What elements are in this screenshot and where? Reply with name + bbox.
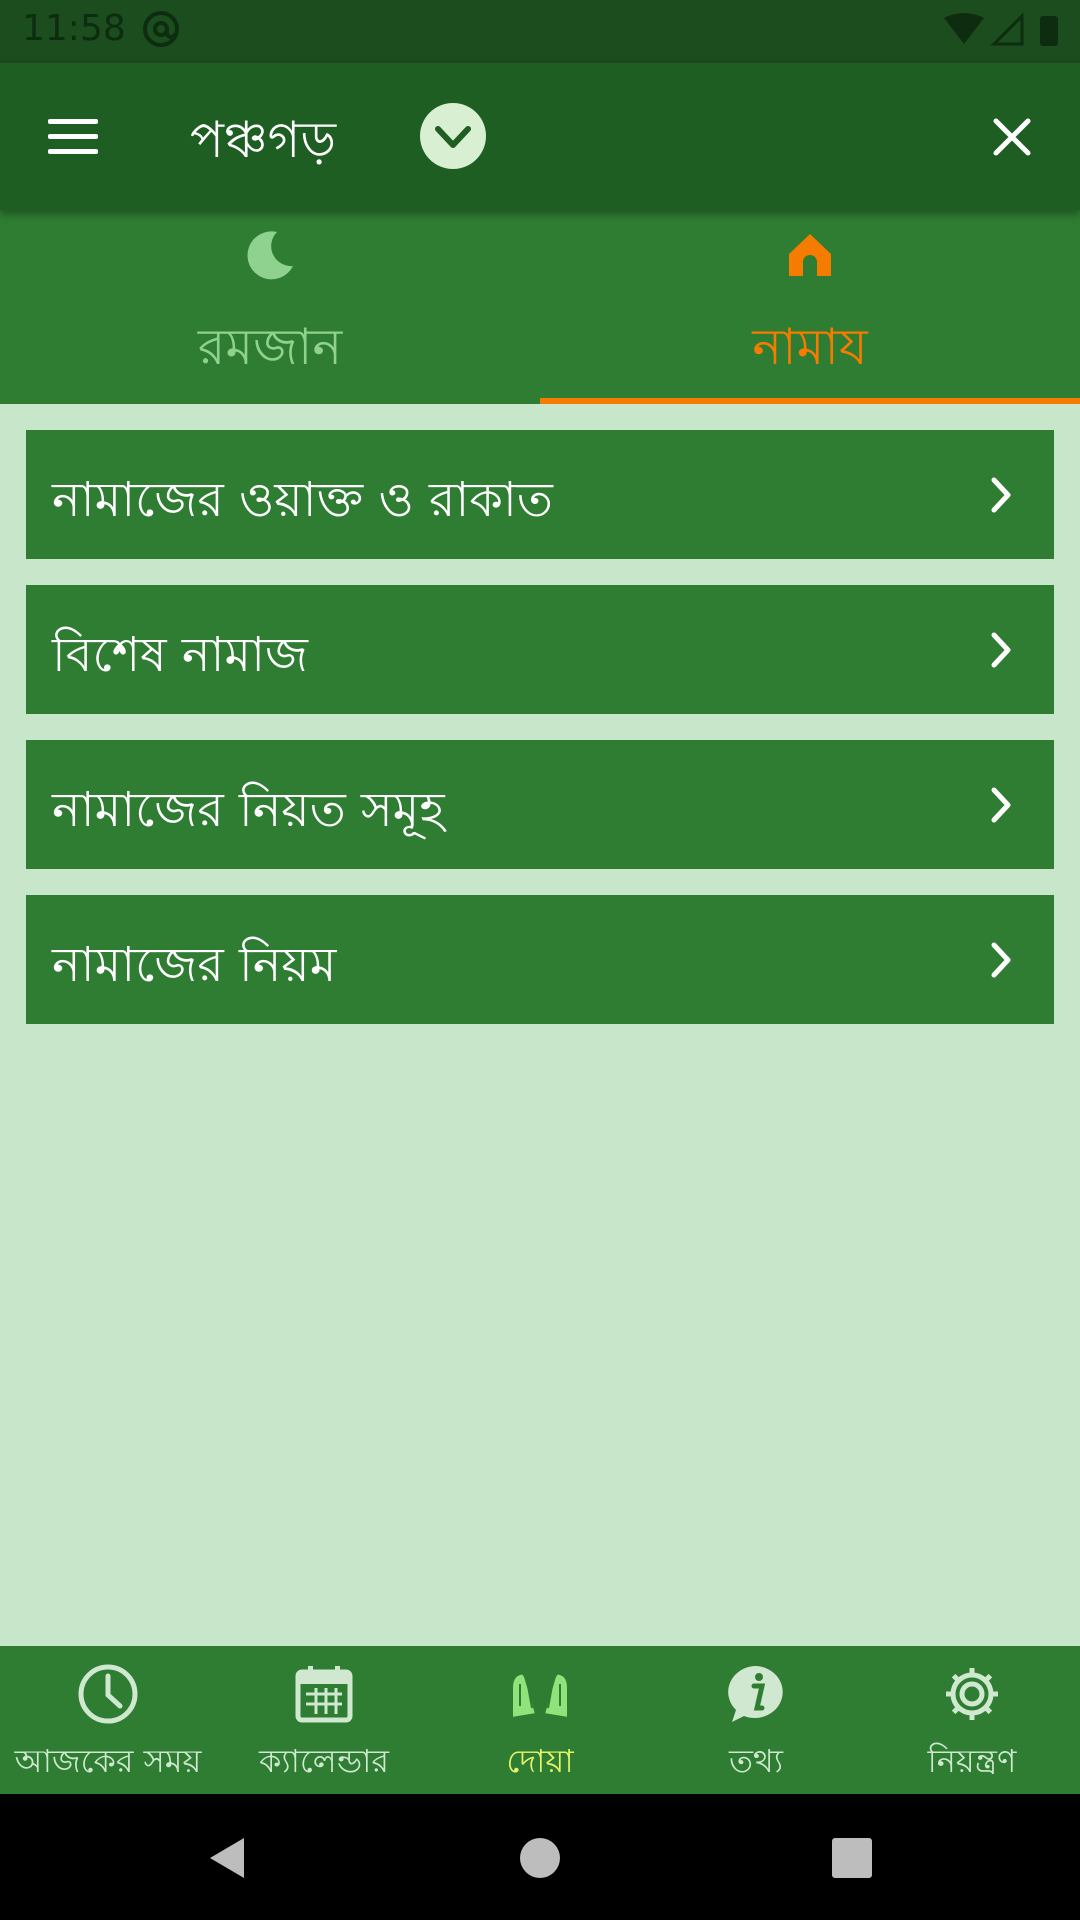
status-bar: 11:58 xyxy=(0,0,1080,63)
status-icons xyxy=(944,12,1058,46)
status-time: 11:58 xyxy=(22,8,126,49)
moon-icon xyxy=(247,231,293,280)
tab-ramadan[interactable]: রমজান xyxy=(0,210,540,404)
signal-icon xyxy=(990,12,1024,46)
at-sign-icon xyxy=(143,11,179,47)
tab-ramadan-label: রমজান xyxy=(197,318,343,376)
list-item-label: নামাজের নিয়ম xyxy=(52,937,337,993)
location-title: পঞ্চগড় xyxy=(190,111,337,169)
chevron-right-icon xyxy=(991,787,1011,823)
nav-label: তথ্য xyxy=(728,1742,783,1780)
close-icon[interactable] xyxy=(990,115,1034,159)
wifi-icon xyxy=(944,13,984,44)
nav-info[interactable]: তথ্য xyxy=(648,1646,864,1794)
nav-label: দোয়া xyxy=(506,1742,574,1780)
back-icon[interactable] xyxy=(204,1834,252,1882)
list-item-label: নামাজের ওয়াক্ত ও রাকাত xyxy=(52,472,553,528)
nav-settings[interactable]: নিয়ন্ত্রণ xyxy=(864,1646,1080,1794)
namaz-topic-list: নামাজের ওয়াক্ত ও রাকাত বিশেষ নামাজ নামা… xyxy=(26,430,1054,1050)
gear-icon xyxy=(946,1668,998,1720)
list-item-rules[interactable]: নামাজের নিয়ম xyxy=(26,895,1054,1024)
nav-dua[interactable]: দোয়া xyxy=(432,1646,648,1794)
calendar-icon xyxy=(295,1666,353,1723)
clock-icon xyxy=(78,1664,138,1724)
chevron-right-icon xyxy=(991,477,1011,513)
nav-today-time[interactable]: আজকের সময় xyxy=(0,1646,216,1794)
list-item-waqt-rakat[interactable]: নামাজের ওয়াক্ত ও রাকাত xyxy=(26,430,1054,559)
battery-icon xyxy=(1040,16,1058,46)
bottom-nav: আজকের সময় ক্যালেন্ডার দোয়া তথ্য নিয়ন্… xyxy=(0,1646,1080,1794)
menu-button[interactable] xyxy=(48,119,98,155)
system-nav-bar xyxy=(0,1794,1080,1920)
home-icon[interactable] xyxy=(516,1834,564,1882)
list-item-label: নামাজের নিয়ত সমূহ xyxy=(52,782,445,838)
praying-hands-icon xyxy=(511,1672,569,1720)
list-item-special-namaz[interactable]: বিশেষ নামাজ xyxy=(26,585,1054,714)
info-icon xyxy=(728,1666,783,1722)
chevron-right-icon xyxy=(991,632,1011,668)
nav-label: আজকের সময় xyxy=(14,1742,202,1780)
app-bar: পঞ্চগড় xyxy=(0,63,1080,210)
active-tab-indicator xyxy=(540,398,1080,404)
nav-label: নিয়ন্ত্রণ xyxy=(927,1742,1017,1780)
nav-calendar[interactable]: ক্যালেন্ডার xyxy=(216,1646,432,1794)
nav-label: ক্যালেন্ডার xyxy=(258,1742,390,1780)
tab-bar: রমজান নামায xyxy=(0,210,1080,404)
list-item-label: বিশেষ নামাজ xyxy=(52,627,308,683)
list-item-niyat[interactable]: নামাজের নিয়ত সমূহ xyxy=(26,740,1054,869)
location-dropdown-button[interactable] xyxy=(420,103,486,169)
tab-namaz[interactable]: নামায xyxy=(540,210,1080,404)
chevron-right-icon xyxy=(991,942,1011,978)
chevron-down-icon xyxy=(435,126,471,148)
recents-icon[interactable] xyxy=(828,1834,876,1882)
mosque-icon xyxy=(789,234,831,276)
tab-namaz-label: নামায xyxy=(752,318,868,376)
